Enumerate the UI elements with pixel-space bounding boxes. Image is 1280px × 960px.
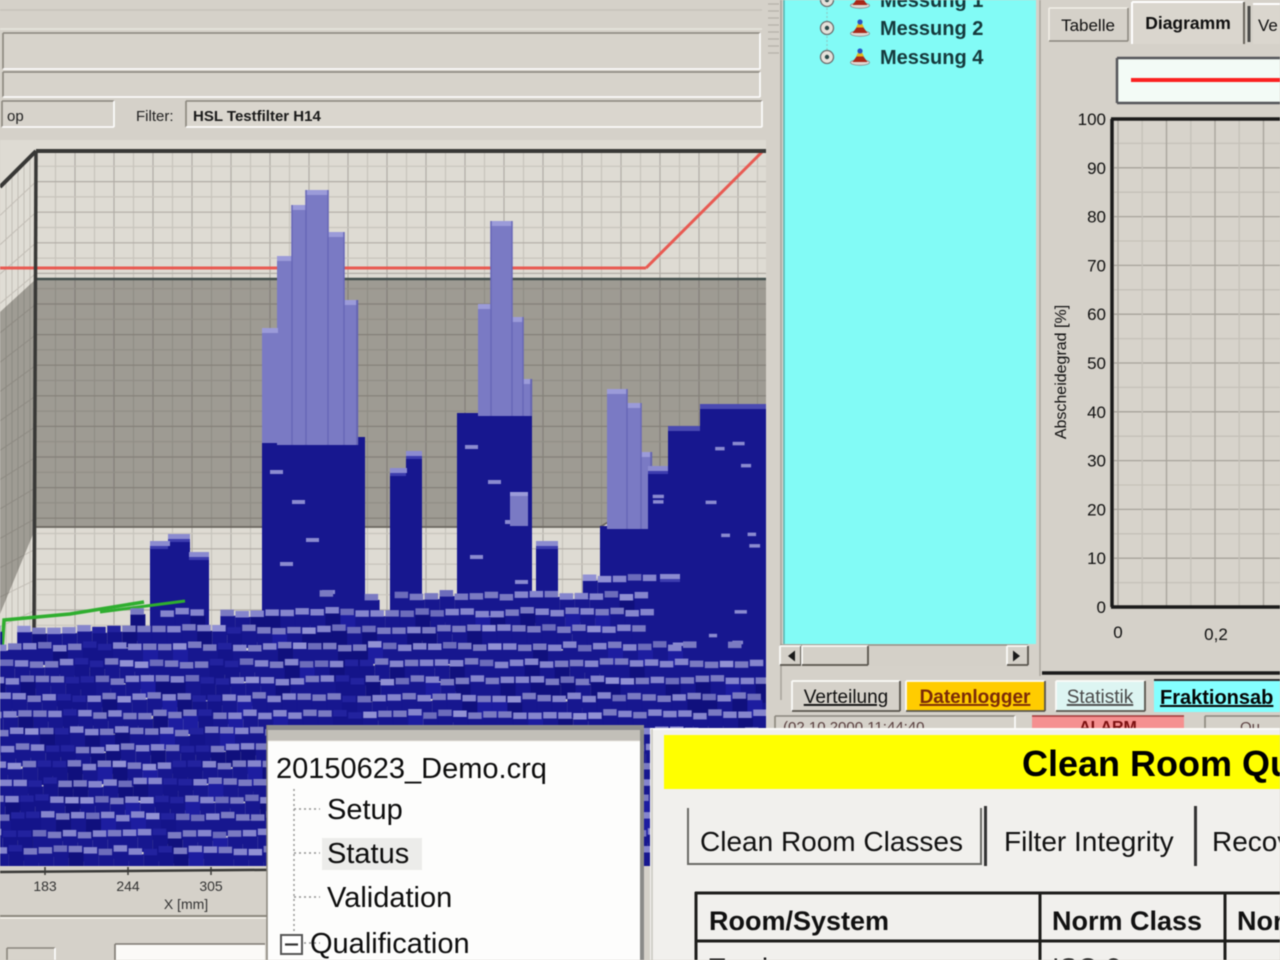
svg-text:Filter:: Filter: [136,108,174,125]
svg-text:Status: Status [327,838,409,870]
svg-text:50: 50 [1087,354,1106,373]
svg-text:0,2: 0,2 [1204,625,1228,644]
svg-text:Norm Class: Norm Class [1052,906,1202,936]
svg-text:Clean Room Qu: Clean Room Qu [1022,743,1280,784]
svg-text:20150623_Demo.crq: 20150623_Demo.crq [276,753,547,785]
svg-text:Nor: Nor [1237,906,1280,936]
svg-text:100: 100 [1078,110,1106,129]
svg-text:Statistik: Statistik [1067,687,1134,708]
svg-text:Fraktionsab: Fraktionsab [1160,687,1273,709]
svg-text:Recover: Recover [1212,826,1280,857]
svg-text:20: 20 [1087,500,1106,519]
svg-text:Trocknerraum: Trocknerraum [709,953,876,960]
svg-text:X [mm]: X [mm] [164,896,208,912]
svg-text:Validation: Validation [327,882,452,914]
svg-text:op: op [7,108,24,125]
svg-text:80: 80 [1087,208,1106,227]
svg-text:Clean Room Classes: Clean Room Classes [700,826,963,857]
svg-text:30: 30 [1087,452,1106,471]
svg-text:Abscheidegrad [%]: Abscheidegrad [%] [1053,305,1070,439]
svg-text:Room/System: Room/System [709,906,889,936]
svg-text:Qualification: Qualification [310,928,470,960]
svg-text:183: 183 [33,878,57,894]
svg-text:Setup: Setup [327,794,403,826]
svg-text:10: 10 [1087,549,1106,568]
svg-text:70: 70 [1087,256,1106,275]
svg-text:Messung 2: Messung 2 [880,18,983,40]
svg-text:305: 305 [199,878,223,894]
svg-text:Messung 1: Messung 1 [880,0,983,12]
svg-text:244: 244 [116,878,140,894]
svg-text:ISO 8: ISO 8 [1052,953,1121,960]
svg-text:Messung 4: Messung 4 [880,47,984,69]
svg-text:90: 90 [1087,159,1106,178]
svg-text:HSL Testfilter H14: HSL Testfilter H14 [193,108,321,125]
svg-text:0: 0 [1097,598,1106,617]
svg-text:Verteilung: Verteilung [804,687,889,708]
svg-text:Tabelle: Tabelle [1061,16,1115,35]
svg-text:Diagramm: Diagramm [1145,13,1231,33]
svg-text:Filter Integrity: Filter Integrity [1004,826,1174,857]
svg-text:Ve: Ve [1258,16,1278,35]
svg-text:60: 60 [1087,305,1106,324]
svg-text:Datenlogger: Datenlogger [920,687,1031,708]
svg-text:0: 0 [1113,623,1122,642]
svg-text:40: 40 [1087,403,1106,422]
